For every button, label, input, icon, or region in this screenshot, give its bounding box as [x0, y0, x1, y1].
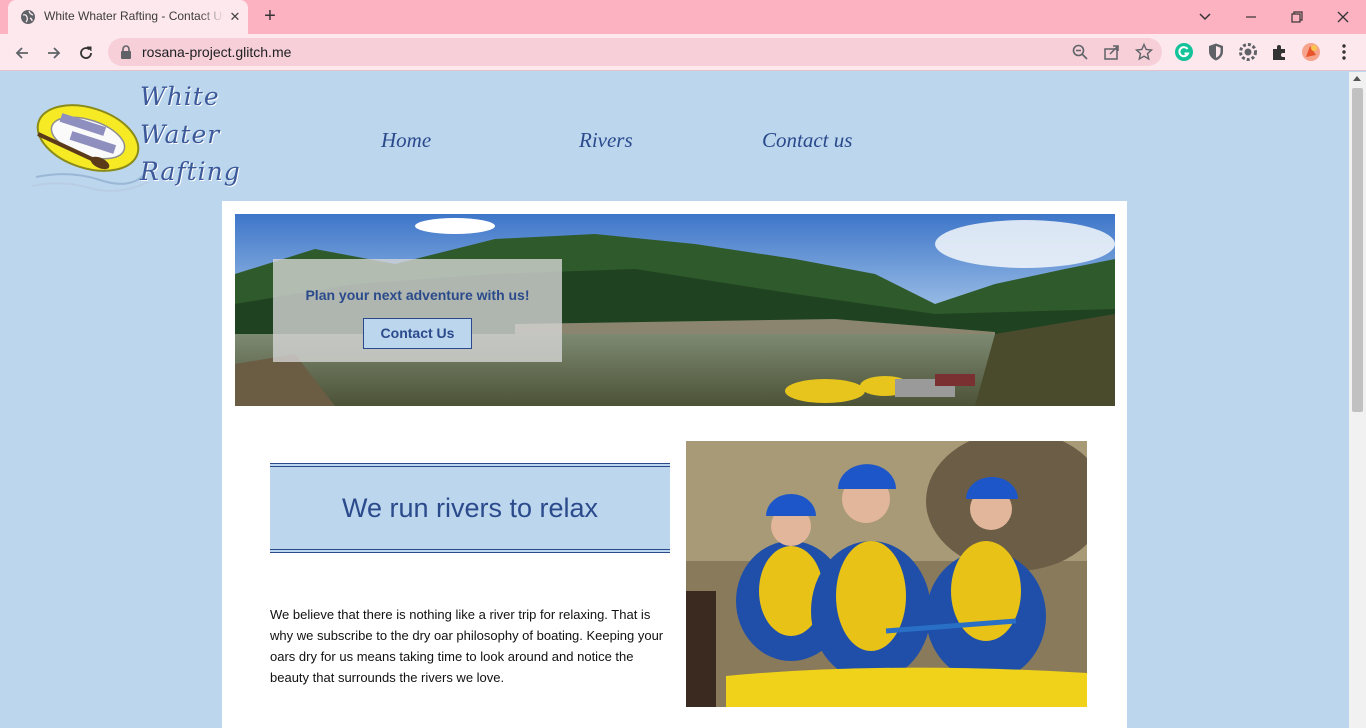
- back-icon[interactable]: [9, 40, 35, 66]
- scrollbar-thumb[interactable]: [1352, 88, 1363, 412]
- lock-icon: [121, 45, 131, 59]
- forward-icon[interactable]: [41, 40, 67, 66]
- rafting-group-image: [686, 441, 1087, 707]
- zoom-icon[interactable]: [1071, 43, 1089, 61]
- section-heading: We run rivers to relax: [341, 493, 599, 523]
- raft-logo-icon: [31, 104, 149, 192]
- profile-avatar[interactable]: [1301, 42, 1321, 62]
- grammarly-icon[interactable]: [1174, 42, 1194, 62]
- web-page: White Water Rafting Home Rivers Contact …: [0, 72, 1349, 728]
- new-tab-button[interactable]: +: [258, 5, 282, 29]
- nav-contact-us[interactable]: Contact us: [762, 128, 852, 153]
- shield-icon[interactable]: [1206, 42, 1226, 62]
- section-paragraph: We believe that there is nothing like a …: [270, 607, 664, 685]
- logo-text-line-1: White: [140, 82, 220, 111]
- address-bar[interactable]: rosana-project.glitch.me: [108, 38, 1162, 66]
- logo-text-line-2: Water: [140, 120, 221, 149]
- restore-icon[interactable]: [1274, 0, 1320, 34]
- extensions-puzzle-icon[interactable]: [1270, 42, 1290, 62]
- browser-toolbar: rosana-project.glitch.me: [0, 34, 1366, 71]
- site-logo[interactable]: White Water Rafting: [30, 82, 240, 194]
- share-icon[interactable]: [1103, 43, 1121, 61]
- page-scrollbar[interactable]: [1349, 72, 1366, 728]
- gear-extension-icon[interactable]: [1238, 42, 1258, 62]
- nav-home[interactable]: Home: [381, 128, 431, 153]
- rafters-photo: [686, 441, 1087, 707]
- browser-tab-bar: White Whater Rafting - Contact Us ✕ +: [0, 0, 1366, 34]
- tab-close-icon[interactable]: ✕: [226, 8, 244, 26]
- close-window-icon[interactable]: [1320, 0, 1366, 34]
- nav-rivers[interactable]: Rivers: [579, 128, 633, 153]
- hero-callout: Plan your next adventure with us! Contac…: [273, 259, 562, 362]
- contact-us-button[interactable]: Contact Us: [363, 318, 472, 349]
- tab-search-icon[interactable]: [1182, 0, 1228, 34]
- scroll-up-arrow-icon[interactable]: [1353, 76, 1361, 81]
- tab-title: White Whater Rafting - Contact Us: [44, 9, 224, 23]
- hero-tagline: Plan your next adventure with us!: [305, 287, 530, 303]
- hero-banner: Plan your next adventure with us! Contac…: [235, 214, 1115, 406]
- main-content: Plan your next adventure with us! Contac…: [222, 201, 1127, 728]
- kebab-menu-icon[interactable]: [1334, 42, 1354, 62]
- logo-text-line-3: Rafting: [140, 157, 241, 186]
- minimize-icon[interactable]: [1228, 0, 1274, 34]
- browser-tab[interactable]: White Whater Rafting - Contact Us ✕: [8, 0, 248, 34]
- bookmark-star-icon[interactable]: [1135, 43, 1153, 61]
- section-heading-box: We run rivers to relax: [270, 463, 670, 553]
- globe-icon: [21, 10, 35, 24]
- reload-icon[interactable]: [73, 40, 99, 66]
- url-text: rosana-project.glitch.me: [142, 44, 292, 60]
